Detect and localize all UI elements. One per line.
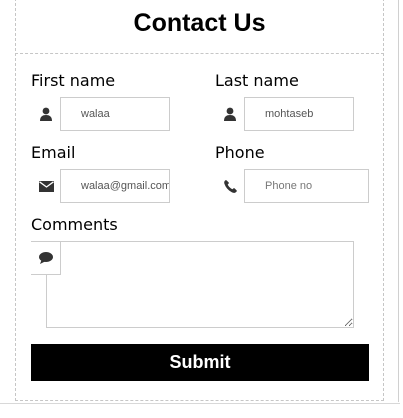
page-bottom-edge	[0, 403, 400, 404]
phone-input[interactable]	[244, 169, 369, 203]
comments-label: Comments	[31, 215, 118, 234]
phone-group	[215, 169, 369, 203]
last-name-input[interactable]	[244, 97, 354, 131]
email-label: Email	[31, 143, 76, 162]
user-icon	[31, 97, 61, 131]
submit-button[interactable]: Submit	[31, 344, 369, 381]
last-name-label: Last name	[215, 71, 299, 90]
email-group	[31, 169, 170, 203]
last-name-group	[215, 97, 354, 131]
email-input[interactable]	[60, 169, 170, 203]
first-name-group	[31, 97, 170, 131]
first-name-input[interactable]	[60, 97, 170, 131]
phone-icon	[215, 169, 245, 203]
page-title: Contact Us	[133, 9, 266, 37]
comments-textarea[interactable]	[46, 241, 354, 328]
user-icon	[215, 97, 245, 131]
first-name-label: First name	[31, 71, 116, 90]
title-divider	[15, 53, 384, 54]
page-edge	[398, 0, 399, 402]
phone-label: Phone	[215, 143, 265, 162]
comment-icon	[31, 241, 61, 275]
envelope-icon	[31, 169, 61, 203]
